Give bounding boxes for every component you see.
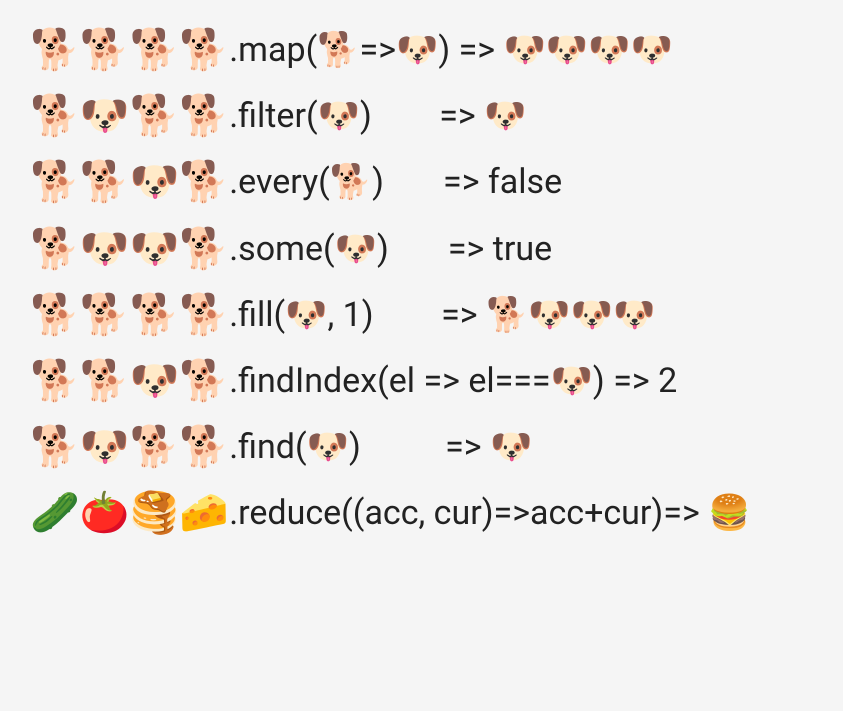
arrow-icon: => [459, 28, 495, 72]
row-map: 🐕🐕🐕🐕.map(🐕=>🐶) => 🐶🐶🐶🐶 [30, 28, 813, 72]
spacer [384, 160, 443, 204]
method-call: .find(🐶) [229, 425, 361, 469]
row-fill: 🐕🐕🐕🐕.fill(🐶, 1) => 🐕🐶🐶🐶 [30, 293, 813, 337]
method-call: .fill(🐶, 1) [229, 293, 373, 337]
method-call: .filter(🐶) [229, 94, 372, 138]
array-input: 🐕🐶🐕🐕 [30, 427, 229, 467]
arrow-icon: => [613, 359, 649, 403]
result: 🐶 [482, 425, 533, 469]
row-some: 🐕🐶🐶🐕.some(🐶) => true [30, 227, 813, 271]
spacer [372, 94, 439, 138]
array-input: 🥒🍅🥞🧀 [30, 493, 229, 533]
spacer [361, 425, 445, 469]
arrow-icon: => [663, 491, 699, 535]
row-every: 🐕🐕🐶🐕.every(🐕) => false [30, 160, 813, 204]
row-findindex: 🐕🐕🐶🐕.findIndex(el => el===🐶) => 2 [30, 359, 813, 403]
arrow-icon: => [441, 293, 477, 337]
method-call: .every(🐕) [229, 160, 384, 204]
array-input: 🐕🐕🐶🐕 [30, 361, 229, 401]
arrow-icon: => [439, 94, 475, 138]
array-input: 🐕🐕🐕🐕 [30, 30, 229, 70]
array-input: 🐕🐕🐕🐕 [30, 295, 229, 335]
spacer [450, 28, 458, 72]
result: 🍔 [700, 491, 751, 535]
arrow-icon: => [448, 227, 484, 271]
result: 🐕🐶🐶🐶 [478, 293, 656, 337]
array-input: 🐕🐶🐶🐕 [30, 229, 229, 269]
row-filter: 🐕🐶🐕🐕.filter(🐶) => 🐶 [30, 94, 813, 138]
method-call: .some(🐶) [229, 227, 389, 271]
array-input: 🐕🐕🐶🐕 [30, 162, 229, 202]
method-call: .findIndex(el => el===🐶) [229, 359, 605, 403]
row-reduce: 🥒🍅🥞🧀.reduce((acc, cur)=>acc+cur)=> 🍔 [30, 491, 813, 535]
method-call: .map(🐕=>🐶) [229, 28, 450, 72]
array-input: 🐕🐶🐕🐕 [30, 96, 229, 136]
spacer [605, 359, 613, 403]
result: false [480, 160, 563, 204]
row-find: 🐕🐶🐕🐕.find(🐶) => 🐶 [30, 425, 813, 469]
result: true [484, 227, 552, 271]
result: 🐶🐶🐶🐶 [495, 28, 673, 72]
cheatsheet: 🐕🐕🐕🐕.map(🐕=>🐶) => 🐶🐶🐶🐶 🐕🐶🐕🐕.filter(🐶) =>… [0, 0, 843, 556]
arrow-icon: => [445, 425, 481, 469]
spacer [374, 293, 441, 337]
arrow-icon: => [443, 160, 479, 204]
result: 🐶 [476, 94, 527, 138]
method-call: .reduce((acc, cur)=>acc+cur) [229, 491, 663, 535]
result: 2 [650, 359, 678, 403]
spacer [389, 227, 448, 271]
